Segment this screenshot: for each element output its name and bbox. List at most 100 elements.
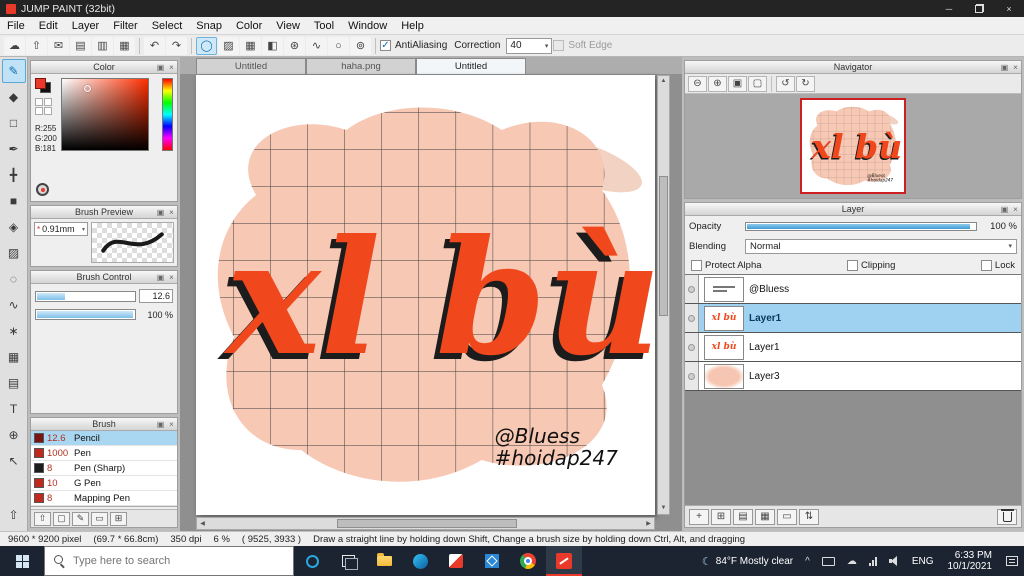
popout-icon[interactable]: ▣: [155, 63, 166, 72]
layout-c-button[interactable]: ▦: [114, 36, 135, 55]
brush-size-field[interactable]: * 0.91mm ▾: [34, 222, 88, 236]
volume-tray-button[interactable]: [883, 546, 906, 576]
close-icon[interactable]: ×: [166, 420, 177, 429]
close-button[interactable]: ×: [994, 0, 1024, 17]
foreground-color-swatch[interactable]: [35, 78, 46, 89]
layer-row-layer1[interactable]: xl bù Layer1: [685, 333, 1021, 362]
layer-row-layer1-selected[interactable]: xl bù Layer1: [685, 304, 1021, 333]
scroll-right-icon[interactable]: ▶: [643, 518, 654, 529]
start-button[interactable]: [0, 546, 44, 576]
ellipse-snap-button[interactable]: ○: [328, 36, 349, 55]
document-tab-3-active[interactable]: Untitled: [416, 58, 526, 74]
popout-icon[interactable]: ▣: [999, 205, 1010, 214]
tone-button[interactable]: ▦: [240, 36, 261, 55]
clipping-checkbox[interactable]: [847, 259, 859, 271]
stabilizer-button[interactable]: ◯: [196, 36, 217, 55]
clock[interactable]: 6:33 PM 10/1/2021: [940, 550, 1001, 572]
close-icon[interactable]: ×: [1010, 63, 1021, 72]
notification-center-button[interactable]: [1000, 546, 1024, 576]
eyedropper-icon[interactable]: [36, 183, 49, 196]
paint-button[interactable]: [438, 546, 474, 576]
add-folder-button[interactable]: ⊞: [711, 508, 731, 525]
undo-button[interactable]: ↶: [144, 36, 165, 55]
menu-color[interactable]: Color: [229, 17, 269, 34]
saturation-value-picker[interactable]: [61, 78, 149, 151]
photos-button[interactable]: [474, 546, 510, 576]
language-indicator[interactable]: ENG: [906, 546, 940, 576]
brush-item-mapping-pen[interactable]: 8 Mapping Pen: [31, 491, 177, 506]
divide-tool[interactable]: ▦: [2, 345, 26, 369]
layer-material-button[interactable]: ▦: [755, 508, 775, 525]
document-tab-2[interactable]: haha.png: [306, 58, 416, 74]
zoom-tool[interactable]: ⊕: [2, 423, 26, 447]
select-tool[interactable]: ◌: [2, 267, 26, 291]
horizontal-scroll-thumb[interactable]: [337, 519, 517, 528]
color-history-palette[interactable]: [35, 98, 52, 115]
blending-select[interactable]: Normal ▾: [745, 238, 1017, 254]
menu-view[interactable]: View: [269, 17, 307, 34]
popout-icon[interactable]: ▣: [155, 208, 166, 217]
close-icon[interactable]: ×: [166, 208, 177, 217]
brush-item-pen-sharp[interactable]: 8 Pen (Sharp): [31, 461, 177, 476]
zoom-out-button[interactable]: ⊖: [688, 75, 707, 92]
layer-folder-button[interactable]: ▭: [777, 508, 797, 525]
zoom-in-button[interactable]: ⊕: [708, 75, 727, 92]
vertical-scroll-thumb[interactable]: [659, 176, 668, 316]
menu-file[interactable]: File: [0, 17, 32, 34]
comment-button[interactable]: ✉: [48, 36, 69, 55]
visibility-toggle[interactable]: [685, 304, 699, 332]
vertical-scrollbar[interactable]: ▲ ▼: [657, 75, 670, 515]
network-tray-button[interactable]: [863, 546, 883, 576]
softedge-checkbox[interactable]: [553, 40, 565, 51]
brush-folder-button[interactable]: ⊞: [110, 511, 127, 526]
antialiasing-checkbox[interactable]: ✓: [380, 40, 391, 51]
document-tab-1[interactable]: Untitled: [196, 58, 306, 74]
brush-item-pen[interactable]: 1000 Pen: [31, 446, 177, 461]
operation-tool[interactable]: ▤: [2, 371, 26, 395]
menu-layer[interactable]: Layer: [65, 17, 107, 34]
menu-edit[interactable]: Edit: [32, 17, 65, 34]
menu-window[interactable]: Window: [341, 17, 394, 34]
layout-b-button[interactable]: ▥: [92, 36, 113, 55]
task-view-button[interactable]: [330, 546, 366, 576]
drawing-canvas[interactable]: xl bù xl bù @Bluess #hoidap247: [196, 75, 655, 515]
redo-button[interactable]: ↷: [166, 36, 187, 55]
hand-tool[interactable]: ↖: [2, 449, 26, 473]
add-layer-button[interactable]: +: [689, 508, 709, 525]
gradient-tool[interactable]: ▨: [2, 241, 26, 265]
delete-layer-button[interactable]: [997, 508, 1017, 525]
rotate-ccw-button[interactable]: ↺: [776, 75, 795, 92]
popout-icon[interactable]: ▣: [155, 273, 166, 282]
pen-tool[interactable]: ✒: [2, 137, 26, 161]
brush-up-button[interactable]: ⇧: [34, 511, 51, 526]
opacity-slider[interactable]: [745, 221, 977, 231]
duplicate-layer-button[interactable]: ▤: [733, 508, 753, 525]
symmetry-snap-button[interactable]: ⊛: [284, 36, 305, 55]
brush-tool[interactable]: ✎: [1, 59, 26, 83]
onedrive-tray-button[interactable]: ☁: [841, 546, 863, 576]
search-input[interactable]: [73, 555, 284, 567]
lock-checkbox[interactable]: [980, 259, 992, 271]
close-icon[interactable]: ×: [166, 63, 177, 72]
layout-a-button[interactable]: ▤: [70, 36, 91, 55]
rotate-cw-button[interactable]: ↻: [796, 75, 815, 92]
canvas-artwork[interactable]: xl bù xl bù @Bluess #hoidap247: [196, 75, 655, 515]
mirror-snap-button[interactable]: ◧: [262, 36, 283, 55]
jump-paint-button[interactable]: [546, 546, 582, 576]
cortana-button[interactable]: [294, 546, 330, 576]
move-tool[interactable]: ╋: [2, 163, 26, 187]
export-button[interactable]: ⇧: [26, 36, 47, 55]
actual-size-button[interactable]: ▢: [748, 75, 767, 92]
close-icon[interactable]: ×: [1010, 205, 1021, 214]
menu-select[interactable]: Select: [145, 17, 190, 34]
fit-view-button[interactable]: ▣: [728, 75, 747, 92]
hue-slider[interactable]: [162, 78, 173, 151]
layer-order-button[interactable]: ⇅: [799, 508, 819, 525]
close-icon[interactable]: ×: [166, 273, 177, 282]
brush-size-spinbox[interactable]: 12.6: [139, 289, 173, 303]
edit-brush-button[interactable]: ✎: [72, 511, 89, 526]
menu-tool[interactable]: Tool: [307, 17, 341, 34]
cloud-upload-button[interactable]: ☁: [4, 36, 25, 55]
taskbar-search[interactable]: [44, 546, 294, 576]
horizontal-scrollbar[interactable]: ◀ ▶: [196, 517, 655, 530]
